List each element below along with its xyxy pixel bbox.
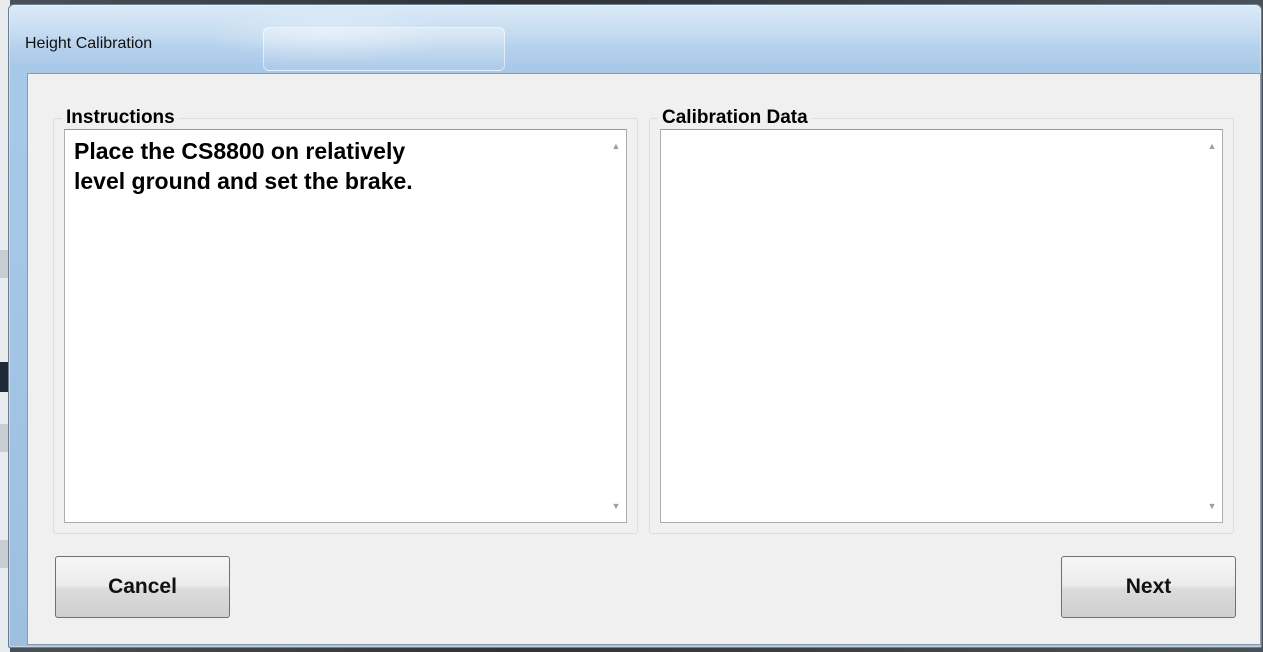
instructions-scrollbar[interactable]: ▲ ▼ <box>606 130 626 522</box>
scroll-down-arrow-icon[interactable]: ▼ <box>606 496 626 516</box>
instructions-group-label: Instructions <box>62 107 179 129</box>
title-bar[interactable]: Height Calibration <box>9 5 1261 71</box>
window-title: Height Calibration <box>25 35 153 52</box>
calibration-data-textbox[interactable]: ▲ ▼ <box>660 129 1223 523</box>
scroll-up-arrow-icon[interactable]: ▲ <box>1202 136 1222 156</box>
calibration-data-group: Calibration Data ▲ ▼ <box>649 107 1234 534</box>
calibration-data-group-label: Calibration Data <box>658 107 812 129</box>
height-calibration-dialog: Height Calibration Instructions Place th… <box>8 4 1262 648</box>
next-button[interactable]: Next <box>1061 556 1236 618</box>
scroll-down-arrow-icon[interactable]: ▼ <box>1202 496 1222 516</box>
title-bar-reflection <box>263 27 505 71</box>
scroll-up-arrow-icon[interactable]: ▲ <box>606 136 626 156</box>
instructions-group: Instructions Place the CS8800 on relativ… <box>53 107 638 534</box>
calibration-data-text <box>661 130 1200 522</box>
instructions-text: Place the CS8800 on relatively level gro… <box>74 138 413 194</box>
dialog-client-area: Instructions Place the CS8800 on relativ… <box>27 73 1261 645</box>
instructions-textbox[interactable]: Place the CS8800 on relatively level gro… <box>64 129 627 523</box>
calibration-data-scrollbar[interactable]: ▲ ▼ <box>1202 130 1222 522</box>
cancel-button[interactable]: Cancel <box>55 556 230 618</box>
